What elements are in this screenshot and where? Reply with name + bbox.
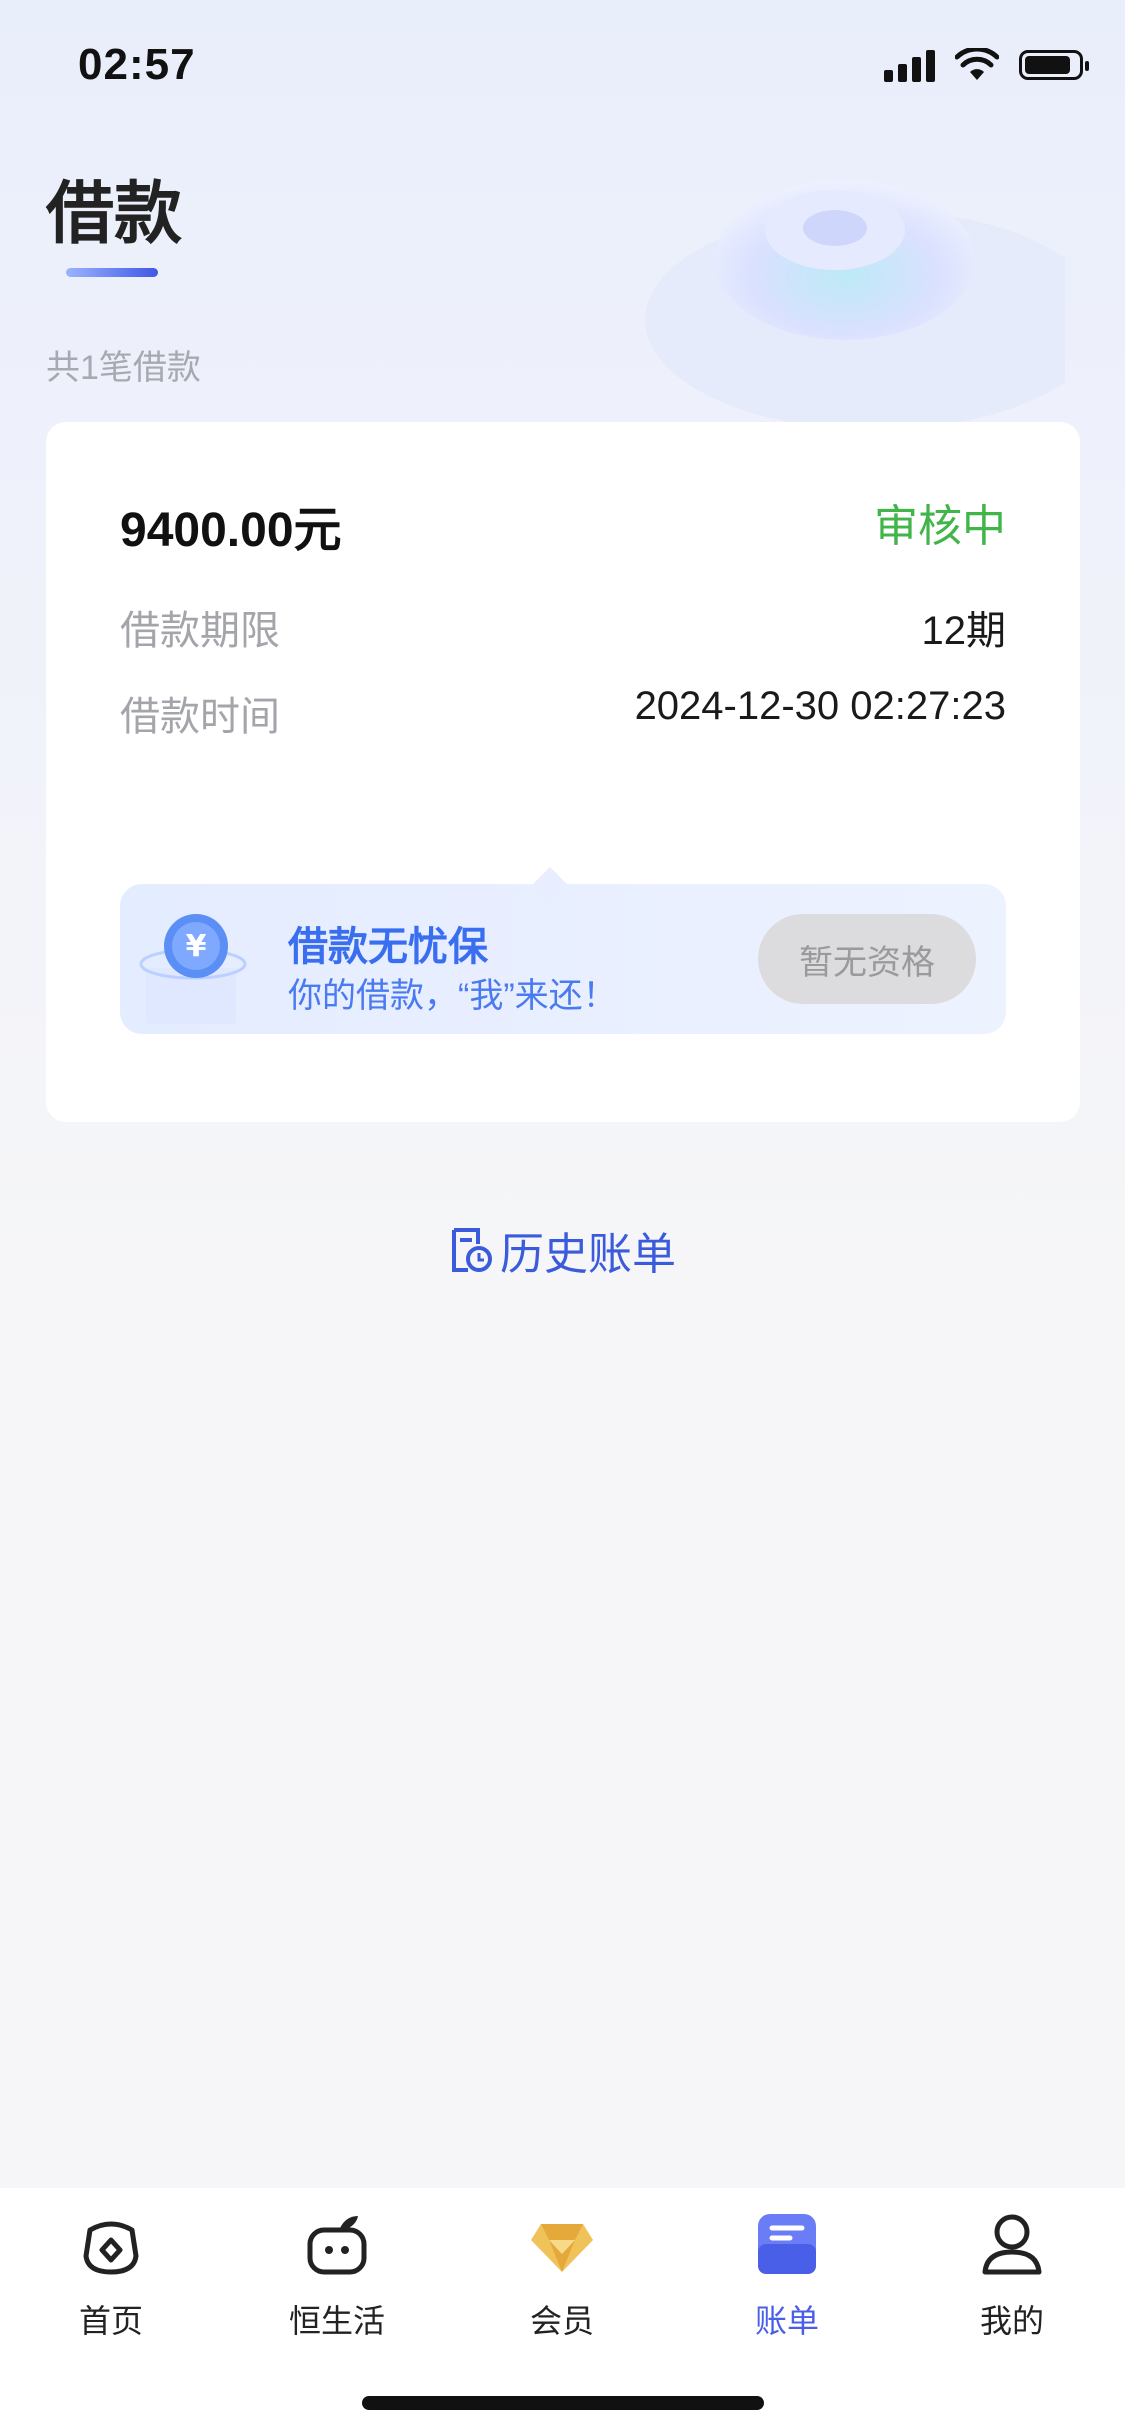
banner-pointer [533,867,567,901]
tab-member[interactable]: 会员 [492,2210,632,2342]
svg-text:¥: ¥ [186,929,207,964]
tab-life[interactable]: 恒生活 [267,2210,407,2342]
insurance-banner[interactable]: ¥ 借款无忧保 你的借款，“我”来还！ 暂无资格 [120,867,1006,1034]
insurance-title: 借款无忧保 [288,925,488,969]
tab-profile[interactable]: 我的 [942,2210,1082,2342]
tab-member-label: 会员 [529,2303,594,2339]
loan-time-value: 2024-12-30 02:27:23 [634,684,1006,728]
decorative-ring-illustration [645,180,1065,430]
battery-icon [1019,50,1089,80]
status-time: 02:57 [78,40,196,89]
loan-card[interactable]: 9400.00元 审核中 借款期限 12期 借款时间 2024-12-30 02… [46,422,1080,1122]
loan-amount: 9400.00元 [120,504,342,557]
home-indicator[interactable] [362,2396,764,2410]
status-icons [884,48,1089,82]
bill-icon [758,2214,816,2274]
loan-term-value: 12期 [921,609,1007,653]
history-bill-link[interactable]: 历史账单 [446,1218,676,1282]
tab-bill[interactable]: 账单 [717,2210,857,2342]
insurance-subtitle: 你的借款，“我”来还！ [288,977,617,1015]
home-icon [83,2221,139,2275]
history-bill-label: 历史账单 [500,1230,676,1279]
yuan-coin-icon: ¥ [139,914,247,1024]
loan-term-label: 借款期限 [120,609,280,653]
profile-icon [982,2214,1042,2275]
history-bill-icon [452,1228,492,1272]
page-title: 借款 [46,176,183,252]
title-underline [66,268,158,277]
tab-life-label: 恒生活 [288,2303,385,2339]
life-icon [307,2216,367,2275]
tab-home-label: 首页 [78,2303,143,2339]
loan-status-badge: 审核中 [874,502,1006,551]
wifi-icon [955,48,999,80]
loan-count-text: 共1笔借款 [46,349,201,387]
tab-home[interactable]: 首页 [41,2210,181,2342]
cellular-signal-icon [884,48,935,82]
ineligible-button[interactable]: 暂无资格 [758,914,976,1004]
diamond-icon [531,2224,593,2272]
tab-profile-label: 我的 [979,2303,1044,2339]
loan-time-label: 借款时间 [120,695,280,739]
tab-bill-label: 账单 [754,2303,819,2339]
